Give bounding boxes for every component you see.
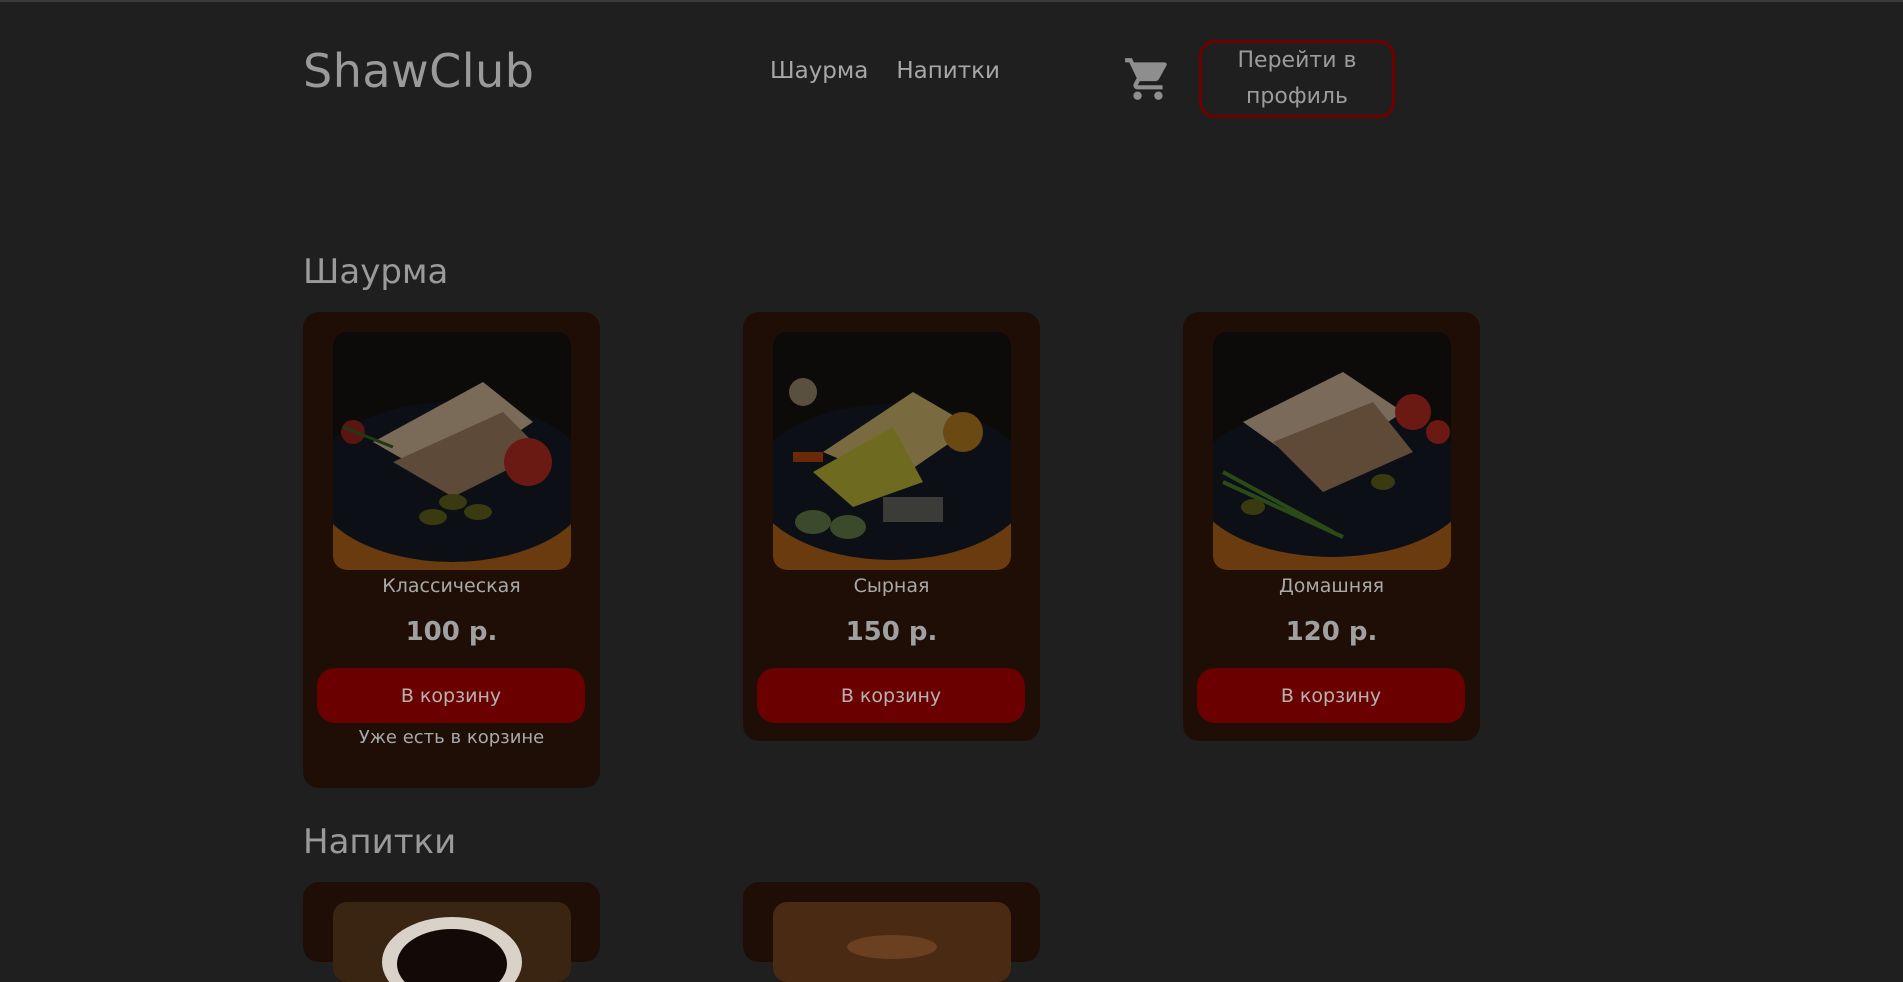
product-name: Домашняя bbox=[1278, 575, 1385, 597]
nav-item-drinks[interactable]: Напитки bbox=[896, 58, 1000, 84]
product-image bbox=[333, 332, 571, 570]
add-to-cart-button[interactable]: В корзину bbox=[317, 668, 585, 723]
product-image bbox=[773, 902, 1011, 982]
in-cart-note: Уже есть в корзине bbox=[358, 727, 545, 748]
cart-icon[interactable] bbox=[1123, 54, 1173, 104]
product-card: Домашняя 120 р. В корзину bbox=[1183, 312, 1480, 741]
main-nav: Шаурма Напитки bbox=[770, 58, 1000, 84]
product-price: 100 р. bbox=[405, 617, 498, 647]
header: ShawClub Шаурма Напитки Перейти в профил… bbox=[0, 2, 1903, 142]
product-card: Сырная 150 р. В корзину bbox=[743, 312, 1040, 741]
product-card bbox=[743, 882, 1040, 982]
product-card bbox=[303, 882, 600, 982]
add-to-cart-button[interactable]: В корзину bbox=[757, 668, 1025, 723]
product-name: Классическая bbox=[382, 575, 521, 597]
nav-item-shawarma[interactable]: Шаурма bbox=[770, 58, 868, 84]
section-title-drinks: Напитки bbox=[303, 822, 457, 862]
product-card: Классическая 100 р. В корзину Уже есть в… bbox=[303, 312, 600, 788]
product-name: Сырная bbox=[853, 575, 930, 597]
product-image bbox=[773, 332, 1011, 570]
profile-button[interactable]: Перейти в профиль bbox=[1199, 40, 1395, 118]
product-image bbox=[333, 902, 571, 982]
add-to-cart-button[interactable]: В корзину bbox=[1197, 668, 1465, 723]
section-title-shawarma: Шаурма bbox=[303, 252, 449, 292]
product-price: 120 р. bbox=[1285, 617, 1378, 647]
product-image bbox=[1213, 332, 1451, 570]
product-price: 150 р. bbox=[845, 617, 938, 647]
logo[interactable]: ShawClub bbox=[303, 44, 534, 98]
